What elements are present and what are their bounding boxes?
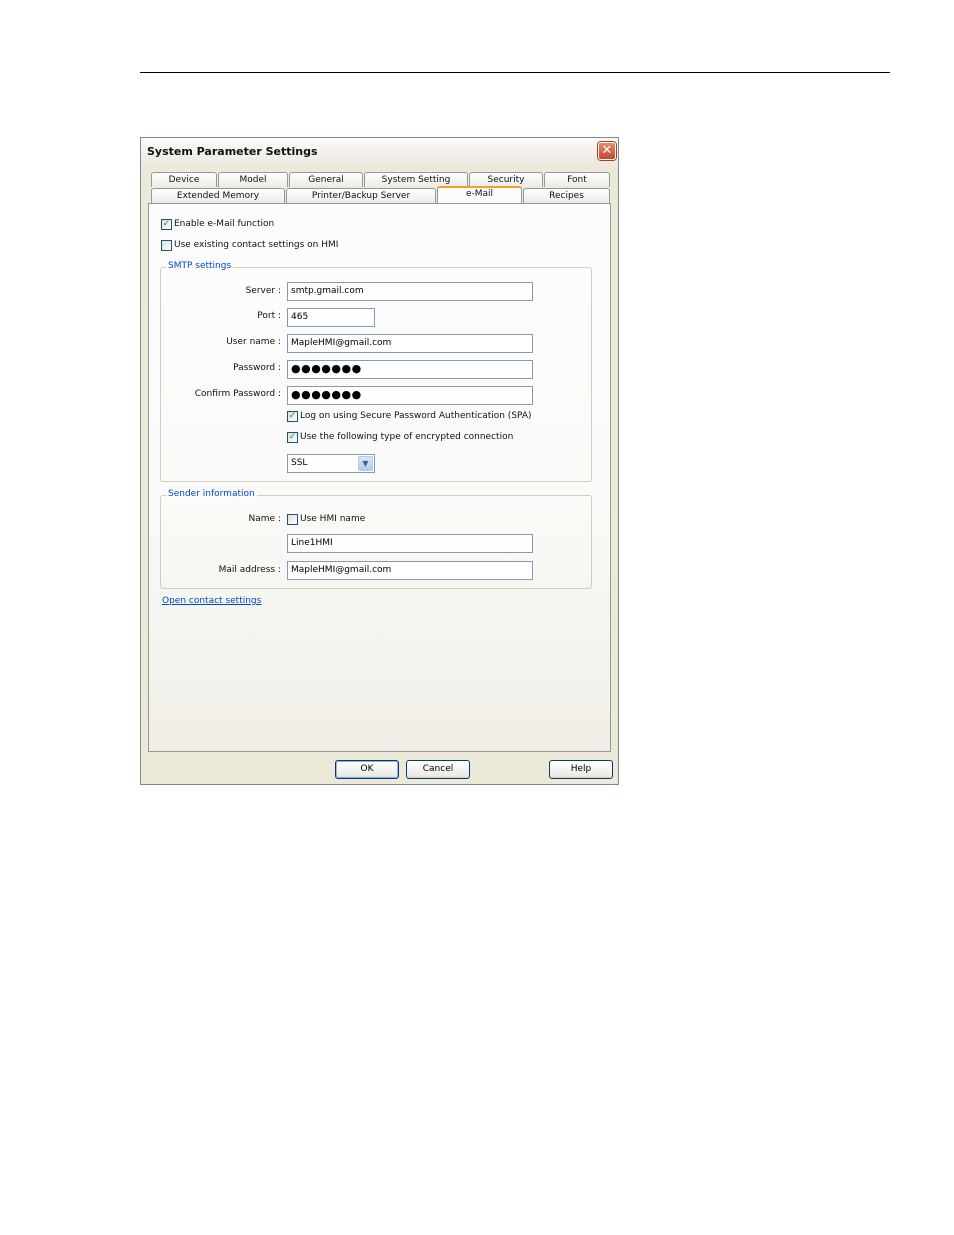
use-existing-contacts-label: Use existing contact settings on HMI: [174, 240, 339, 250]
username-label: User name :: [226, 337, 281, 347]
ok-button[interactable]: OK: [335, 760, 399, 779]
tab-extended-memory[interactable]: Extended Memory: [151, 188, 285, 203]
title-bar[interactable]: System Parameter Settings ✕: [141, 138, 618, 164]
use-hmi-name-checkbox[interactable]: [287, 514, 298, 525]
enable-email-checkbox[interactable]: ✓: [161, 219, 172, 230]
spa-checkbox[interactable]: ✓: [287, 411, 298, 422]
tab-font[interactable]: Font: [544, 172, 610, 187]
email-tab-panel: ✓ Enable e-Mail function Use existing co…: [148, 203, 611, 752]
username-input[interactable]: MapleHMI@gmail.com: [287, 334, 533, 353]
encrypted-connection-label: Use the following type of encrypted conn…: [300, 432, 514, 442]
tab-printer-backup-server[interactable]: Printer/Backup Server: [286, 188, 436, 203]
encryption-type-select[interactable]: SSL ▼: [287, 454, 375, 473]
mail-address-label: Mail address :: [218, 565, 281, 575]
smtp-settings-group: SMTP settings Server : smtp.gmail.com Po…: [160, 261, 592, 482]
enable-email-label: Enable e-Mail function: [174, 219, 275, 229]
open-contact-settings-link[interactable]: Open contact settings: [162, 596, 261, 606]
page-header-rule: [140, 72, 890, 73]
confirm-password-label: Confirm Password :: [194, 389, 281, 399]
port-label: Port :: [257, 311, 281, 321]
tab-system-setting[interactable]: System Setting: [364, 172, 468, 187]
encryption-type-value: SSL: [291, 458, 308, 468]
help-button[interactable]: Help: [549, 760, 613, 779]
dialog-title: System Parameter Settings: [147, 145, 318, 158]
system-parameter-settings-dialog: System Parameter Settings ✕ Device Model…: [140, 137, 619, 785]
tab-security[interactable]: Security: [469, 172, 543, 187]
sender-information-group: Sender information Name : Use HMI name L…: [160, 489, 592, 589]
port-input[interactable]: 465: [287, 308, 375, 327]
password-label: Password :: [233, 363, 281, 373]
sender-information-title: Sender information: [166, 489, 257, 499]
tab-general[interactable]: General: [289, 172, 363, 187]
tab-model[interactable]: Model: [218, 172, 288, 187]
smtp-settings-title: SMTP settings: [166, 261, 234, 271]
mail-address-input[interactable]: MapleHMI@gmail.com: [287, 561, 533, 580]
chevron-down-icon[interactable]: ▼: [358, 456, 373, 471]
spa-label: Log on using Secure Password Authenticat…: [300, 411, 532, 421]
confirm-password-input[interactable]: ●●●●●●●: [287, 386, 533, 405]
cancel-button[interactable]: Cancel: [406, 760, 470, 779]
encrypted-connection-checkbox[interactable]: ✓: [287, 432, 298, 443]
server-input[interactable]: smtp.gmail.com: [287, 282, 533, 301]
server-label: Server :: [245, 286, 281, 296]
sender-name-input[interactable]: Line1HMI: [287, 534, 533, 553]
name-label: Name :: [248, 514, 281, 524]
use-existing-contacts-checkbox[interactable]: [161, 240, 172, 251]
tab-email[interactable]: e-Mail: [437, 186, 522, 203]
use-hmi-name-label: Use HMI name: [300, 514, 366, 524]
password-input[interactable]: ●●●●●●●: [287, 360, 533, 379]
tab-recipes[interactable]: Recipes: [523, 188, 610, 203]
close-button[interactable]: ✕: [598, 142, 616, 160]
close-icon: ✕: [601, 143, 613, 158]
tab-device[interactable]: Device: [151, 172, 217, 187]
